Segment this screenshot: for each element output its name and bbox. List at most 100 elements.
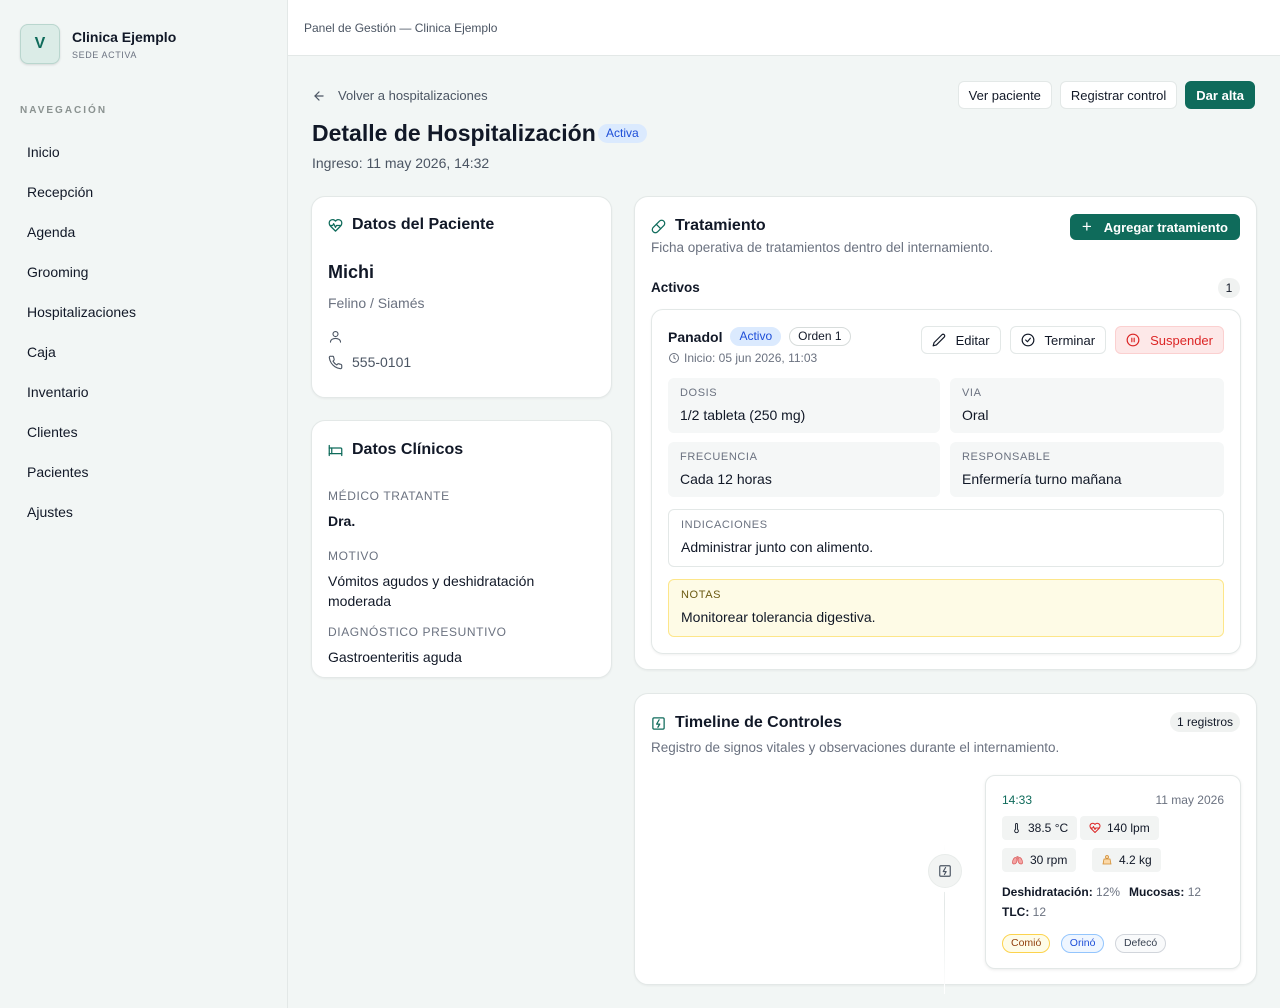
treatment-name: Panadol <box>668 328 723 345</box>
phone-row: 555-0101 <box>328 354 595 370</box>
check-circle-icon <box>1021 333 1034 347</box>
dose-field: DOSIS 1/2 tableta (250 mg) <box>668 378 940 433</box>
responsible-value: Enfermería turno mañana <box>962 471 1122 487</box>
route-label: VIA <box>962 387 982 399</box>
frequency-value: Cada 12 horas <box>680 471 772 487</box>
dehydration-value: 12% <box>1096 885 1121 899</box>
treatment-description: Ficha operativa de tratamientos dentro d… <box>651 240 994 255</box>
nav-heading: NAVEGACIÓN <box>20 105 108 116</box>
dose-label: DOSIS <box>680 387 718 399</box>
discharge-button[interactable]: Dar alta <box>1185 81 1255 109</box>
suspend-treatment-label: Suspender <box>1150 332 1213 348</box>
frequency-field: FRECUENCIA Cada 12 horas <box>668 442 940 497</box>
patient-card-header: Datos del Paciente <box>328 216 595 234</box>
tlc-value: 12 <box>1032 905 1047 919</box>
pencil-icon <box>932 333 945 347</box>
sidebar-item-inicio[interactable]: Inicio <box>27 142 136 182</box>
brand-name: Clinica Ejemplo <box>72 28 177 45</box>
sidebar-item-clientes[interactable]: Clientes <box>27 422 136 462</box>
timeline-count: 1 registros <box>1169 712 1240 732</box>
frequency-label: FRECUENCIA <box>680 451 758 463</box>
responsible-field: RESPONSABLE Enfermería turno mañana <box>950 442 1224 497</box>
patient-name: Michi <box>328 262 375 282</box>
tag-urinated: Orinó <box>1060 934 1105 953</box>
doctor-value: Dra. <box>328 513 356 529</box>
topbar-title: Panel de Gestión — Clinica Ejemplo <box>304 21 498 35</box>
phone-icon <box>328 355 343 369</box>
thermometer-icon <box>1014 822 1019 834</box>
responsible-label: RESPONSABLE <box>962 451 1051 463</box>
vital-resp-rate: 30 rpm <box>1002 848 1077 872</box>
edit-treatment-label: Editar <box>955 332 990 348</box>
edit-treatment-button[interactable]: Editar <box>920 326 1001 354</box>
sidebar-item-hospitalizaciones[interactable]: Hospitalizaciones <box>27 302 136 342</box>
owner-row <box>328 329 595 344</box>
bed-icon <box>328 444 343 456</box>
treatment-item: Panadol Activo Orden 1 Inicio: 05 jun 20… <box>651 309 1241 654</box>
sidebar-item-ajustes[interactable]: Ajustes <box>27 502 136 542</box>
sidebar-item-grooming[interactable]: Grooming <box>27 262 136 302</box>
treatment-card: Tratamiento Ficha operativa de tratamien… <box>634 196 1257 670</box>
add-treatment-button[interactable]: + Agregar tratamiento <box>1069 214 1240 240</box>
timeline-description: Registro de signos vitales y observacion… <box>651 740 1060 755</box>
timeline-card: Timeline de Controles 1 registros Regist… <box>634 693 1257 994</box>
dehydration-row: Deshidratación: 12% <box>1002 885 1120 899</box>
timeline-node <box>928 854 962 888</box>
vital-weight: 4.2 kg <box>1092 848 1161 872</box>
timeline-entry[interactable]: 14:33 11 may 2026 38.5 °C 140 lpm 30 rpm… <box>985 775 1241 969</box>
sidebar-item-caja[interactable]: Caja <box>27 342 136 382</box>
admission-date: Ingreso: 11 may 2026, 14:32 <box>312 155 490 171</box>
diagnosis-value: Gastroenteritis aguda <box>328 649 462 665</box>
sidebar-item-agenda[interactable]: Agenda <box>27 222 136 262</box>
user-icon <box>329 330 342 343</box>
timeline-card-title: Timeline de Controles <box>675 714 842 731</box>
lungs-icon <box>1012 856 1023 865</box>
vital-weight-value: 4.2 kg <box>1119 853 1152 867</box>
treatment-card-header: Tratamiento <box>651 217 766 235</box>
entry-date: 11 may 2026 <box>1155 793 1225 807</box>
header-actions: Ver paciente Registrar control Dar alta <box>957 81 1255 109</box>
vital-heart-rate: 140 lpm <box>1080 816 1159 840</box>
reason-label: MOTIVO <box>328 549 379 563</box>
scale-icon <box>1102 855 1112 865</box>
treatment-order-badge: Orden 1 <box>789 327 851 346</box>
back-link[interactable]: Volver a hospitalizaciones <box>312 88 488 103</box>
sidebar-item-pacientes[interactable]: Pacientes <box>27 462 136 502</box>
indications-value: Administrar junto con alimento. <box>681 539 874 555</box>
clinical-card-header: Datos Clínicos <box>328 441 595 459</box>
view-patient-button[interactable]: Ver paciente <box>957 81 1052 109</box>
mucosa-value: 12 <box>1187 885 1202 899</box>
vital-temperature-value: 38.5 °C <box>1028 821 1069 835</box>
entry-time: 14:33 <box>1002 793 1033 807</box>
topbar: Panel de Gestión — Clinica Ejemplo <box>288 0 1280 56</box>
tlc-row: TLC: 12 <box>1002 905 1046 919</box>
clinical-card: Datos Clínicos MÉDICO TRATANTE Dra. MOTI… <box>311 420 612 678</box>
vital-resp-rate-value: 30 rpm <box>1030 853 1068 867</box>
treatment-start: Inicio: 05 jun 2026, 11:03 <box>684 351 818 365</box>
heart-pulse-icon <box>328 218 343 232</box>
add-treatment-label: Agregar tratamiento <box>1103 219 1228 235</box>
brand[interactable]: V Clinica Ejemplo SEDE ACTIVA <box>20 24 176 64</box>
notes-value: Monitorear tolerancia digestiva. <box>681 609 876 625</box>
brand-logo: V <box>20 24 60 64</box>
suspend-treatment-button[interactable]: Suspender <box>1115 326 1224 354</box>
doctor-label: MÉDICO TRATANTE <box>328 489 450 503</box>
plus-icon: + <box>1081 217 1092 236</box>
treatment-status-badge: Activo <box>730 327 782 346</box>
sidebar: V Clinica Ejemplo SEDE ACTIVA NAVEGACIÓN… <box>0 0 288 1008</box>
tag-defecated: Defecó <box>1114 934 1167 953</box>
treatment-actions: Editar Terminar Suspender <box>920 326 1224 354</box>
sidebar-item-inventario[interactable]: Inventario <box>27 382 136 422</box>
treatment-start-row: Inicio: 05 jun 2026, 11:03 <box>668 351 817 365</box>
clock-icon <box>669 353 679 363</box>
register-control-button[interactable]: Registrar control <box>1059 81 1178 109</box>
entry-tags: Comió Orinó Defecó <box>1002 933 1172 953</box>
finish-treatment-button[interactable]: Terminar <box>1009 326 1107 354</box>
timeline-card-header: Timeline de Controles <box>651 714 842 732</box>
vital-temperature: 38.5 °C <box>1002 816 1078 840</box>
route-value: Oral <box>962 407 989 423</box>
finish-treatment-label: Terminar <box>1044 332 1096 348</box>
heart-pulse-icon <box>1089 822 1101 833</box>
sidebar-item-recepcion[interactable]: Recepción <box>27 182 136 222</box>
dehydration-label: Deshidratación: <box>1002 885 1093 899</box>
